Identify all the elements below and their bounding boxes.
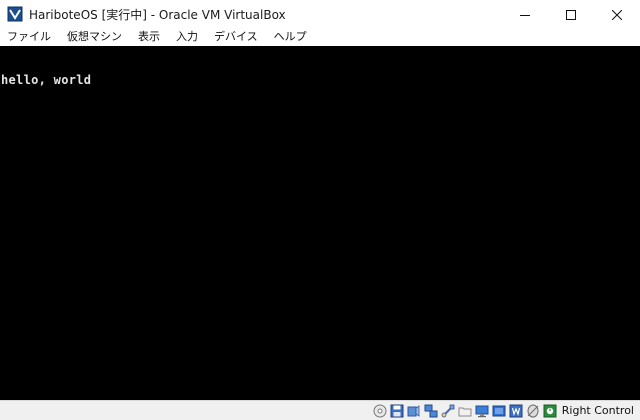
virtualbox-icon[interactable]: [7, 6, 23, 22]
keyboard-capture-icon[interactable]: [543, 403, 558, 418]
host-key-label[interactable]: Right Control: [562, 404, 634, 417]
audio-icon[interactable]: [407, 403, 422, 418]
mouse-integration-icon[interactable]: [526, 403, 541, 418]
menu-bar: ファイル 仮想マシン 表示 入力 デバイス ヘルプ: [0, 28, 640, 46]
console-output: hello, world: [1, 73, 92, 87]
usb-icon[interactable]: [441, 403, 456, 418]
network-icon[interactable]: [424, 403, 439, 418]
minimize-button[interactable]: [502, 0, 548, 28]
menu-input[interactable]: 入力: [168, 28, 206, 46]
close-button[interactable]: [594, 0, 640, 28]
status-bar: Right Control: [0, 400, 640, 420]
virtualization-icon[interactable]: [509, 403, 524, 418]
menu-devices[interactable]: デバイス: [206, 28, 266, 46]
minimize-icon: [520, 5, 530, 24]
close-icon: [611, 5, 623, 24]
video-capture-icon[interactable]: [492, 403, 507, 418]
floppy-icon[interactable]: [390, 403, 405, 418]
maximize-button[interactable]: [548, 0, 594, 28]
window-controls: [502, 0, 640, 28]
display-icon[interactable]: [475, 403, 490, 418]
title-bar[interactable]: HariboteOS [実行中] - Oracle VM VirtualBox: [0, 0, 640, 28]
menu-help[interactable]: ヘルプ: [266, 28, 315, 46]
menu-file[interactable]: ファイル: [0, 28, 59, 46]
shared-folders-icon[interactable]: [458, 403, 473, 418]
vm-display[interactable]: hello, world: [0, 46, 640, 400]
menu-machine[interactable]: 仮想マシン: [59, 28, 130, 46]
window-title: HariboteOS [実行中] - Oracle VM VirtualBox: [29, 7, 286, 22]
optical-drive-icon[interactable]: [373, 403, 388, 418]
status-icons: [373, 403, 559, 418]
virtualbox-window: HariboteOS [実行中] - Oracle VM VirtualBox: [0, 0, 640, 420]
maximize-icon: [566, 5, 576, 24]
menu-view[interactable]: 表示: [130, 28, 168, 46]
